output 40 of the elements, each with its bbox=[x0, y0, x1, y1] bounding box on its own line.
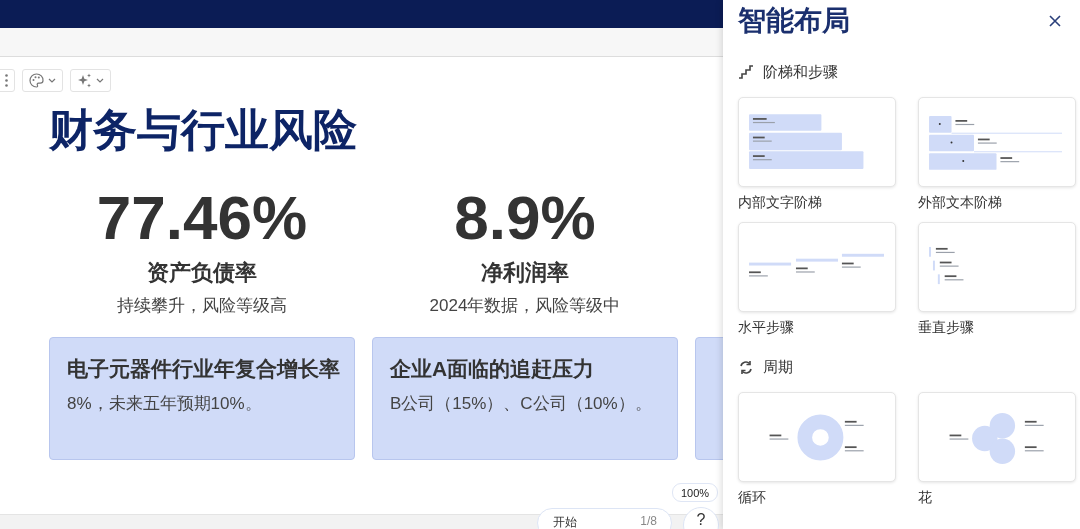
layout-label: 花 bbox=[918, 488, 933, 507]
chevron-down-icon bbox=[96, 78, 104, 83]
stat-label: 资产负债率 bbox=[147, 259, 257, 287]
more-button[interactable] bbox=[0, 69, 15, 92]
start-label: 开始 bbox=[553, 514, 577, 529]
sparkle-icon bbox=[77, 73, 92, 88]
layout-label: 外部文本阶梯 bbox=[918, 193, 1003, 212]
layout-thumbnail[interactable] bbox=[738, 222, 896, 312]
chevron-down-icon bbox=[48, 78, 56, 83]
close-icon[interactable] bbox=[1049, 15, 1061, 27]
stairs-icon bbox=[738, 64, 753, 80]
start-button[interactable]: 开始 1/8 bbox=[537, 508, 672, 529]
zoom-level[interactable]: 100% bbox=[672, 483, 718, 502]
more-icon bbox=[5, 74, 8, 87]
card-text: 8%，未来五年预期10%。 bbox=[67, 393, 263, 415]
layout-label: 内部文字阶梯 bbox=[738, 193, 823, 212]
layout-thumbnail[interactable] bbox=[738, 392, 896, 482]
card-text: B公司（15%）、C公司（10%）。 bbox=[390, 393, 653, 415]
stat-label: 净利润率 bbox=[481, 259, 569, 287]
palette-icon bbox=[29, 73, 44, 88]
layout-label: 循环 bbox=[738, 488, 767, 507]
layout-thumbnail[interactable] bbox=[918, 392, 1076, 482]
stat-value: 77.46% bbox=[96, 182, 308, 254]
layout-label: 水平步骤 bbox=[738, 318, 795, 337]
layout-thumbnail[interactable] bbox=[738, 97, 896, 187]
layout-thumbnail[interactable] bbox=[918, 97, 1076, 187]
section-title: 阶梯和步骤 bbox=[763, 62, 838, 82]
slide-title: 财务与行业风险 bbox=[49, 104, 357, 156]
panel-title: 智能布局 bbox=[738, 4, 850, 38]
layout-thumbnail[interactable] bbox=[918, 222, 1076, 312]
section-title: 周期 bbox=[763, 357, 793, 377]
theme-button[interactable] bbox=[22, 69, 63, 92]
layout-label: 垂直步骤 bbox=[918, 318, 975, 337]
cycle-icon bbox=[738, 359, 753, 375]
stat-note: 持续攀升，风险等级高 bbox=[117, 295, 287, 317]
page-counter: 1/8 bbox=[640, 514, 657, 529]
ai-button[interactable] bbox=[70, 69, 111, 92]
card-title: 企业A面临的追赶压力 bbox=[390, 356, 596, 382]
stat-value: 8.9% bbox=[454, 182, 596, 254]
stat-note: 2024年数据，风险等级中 bbox=[429, 295, 621, 317]
